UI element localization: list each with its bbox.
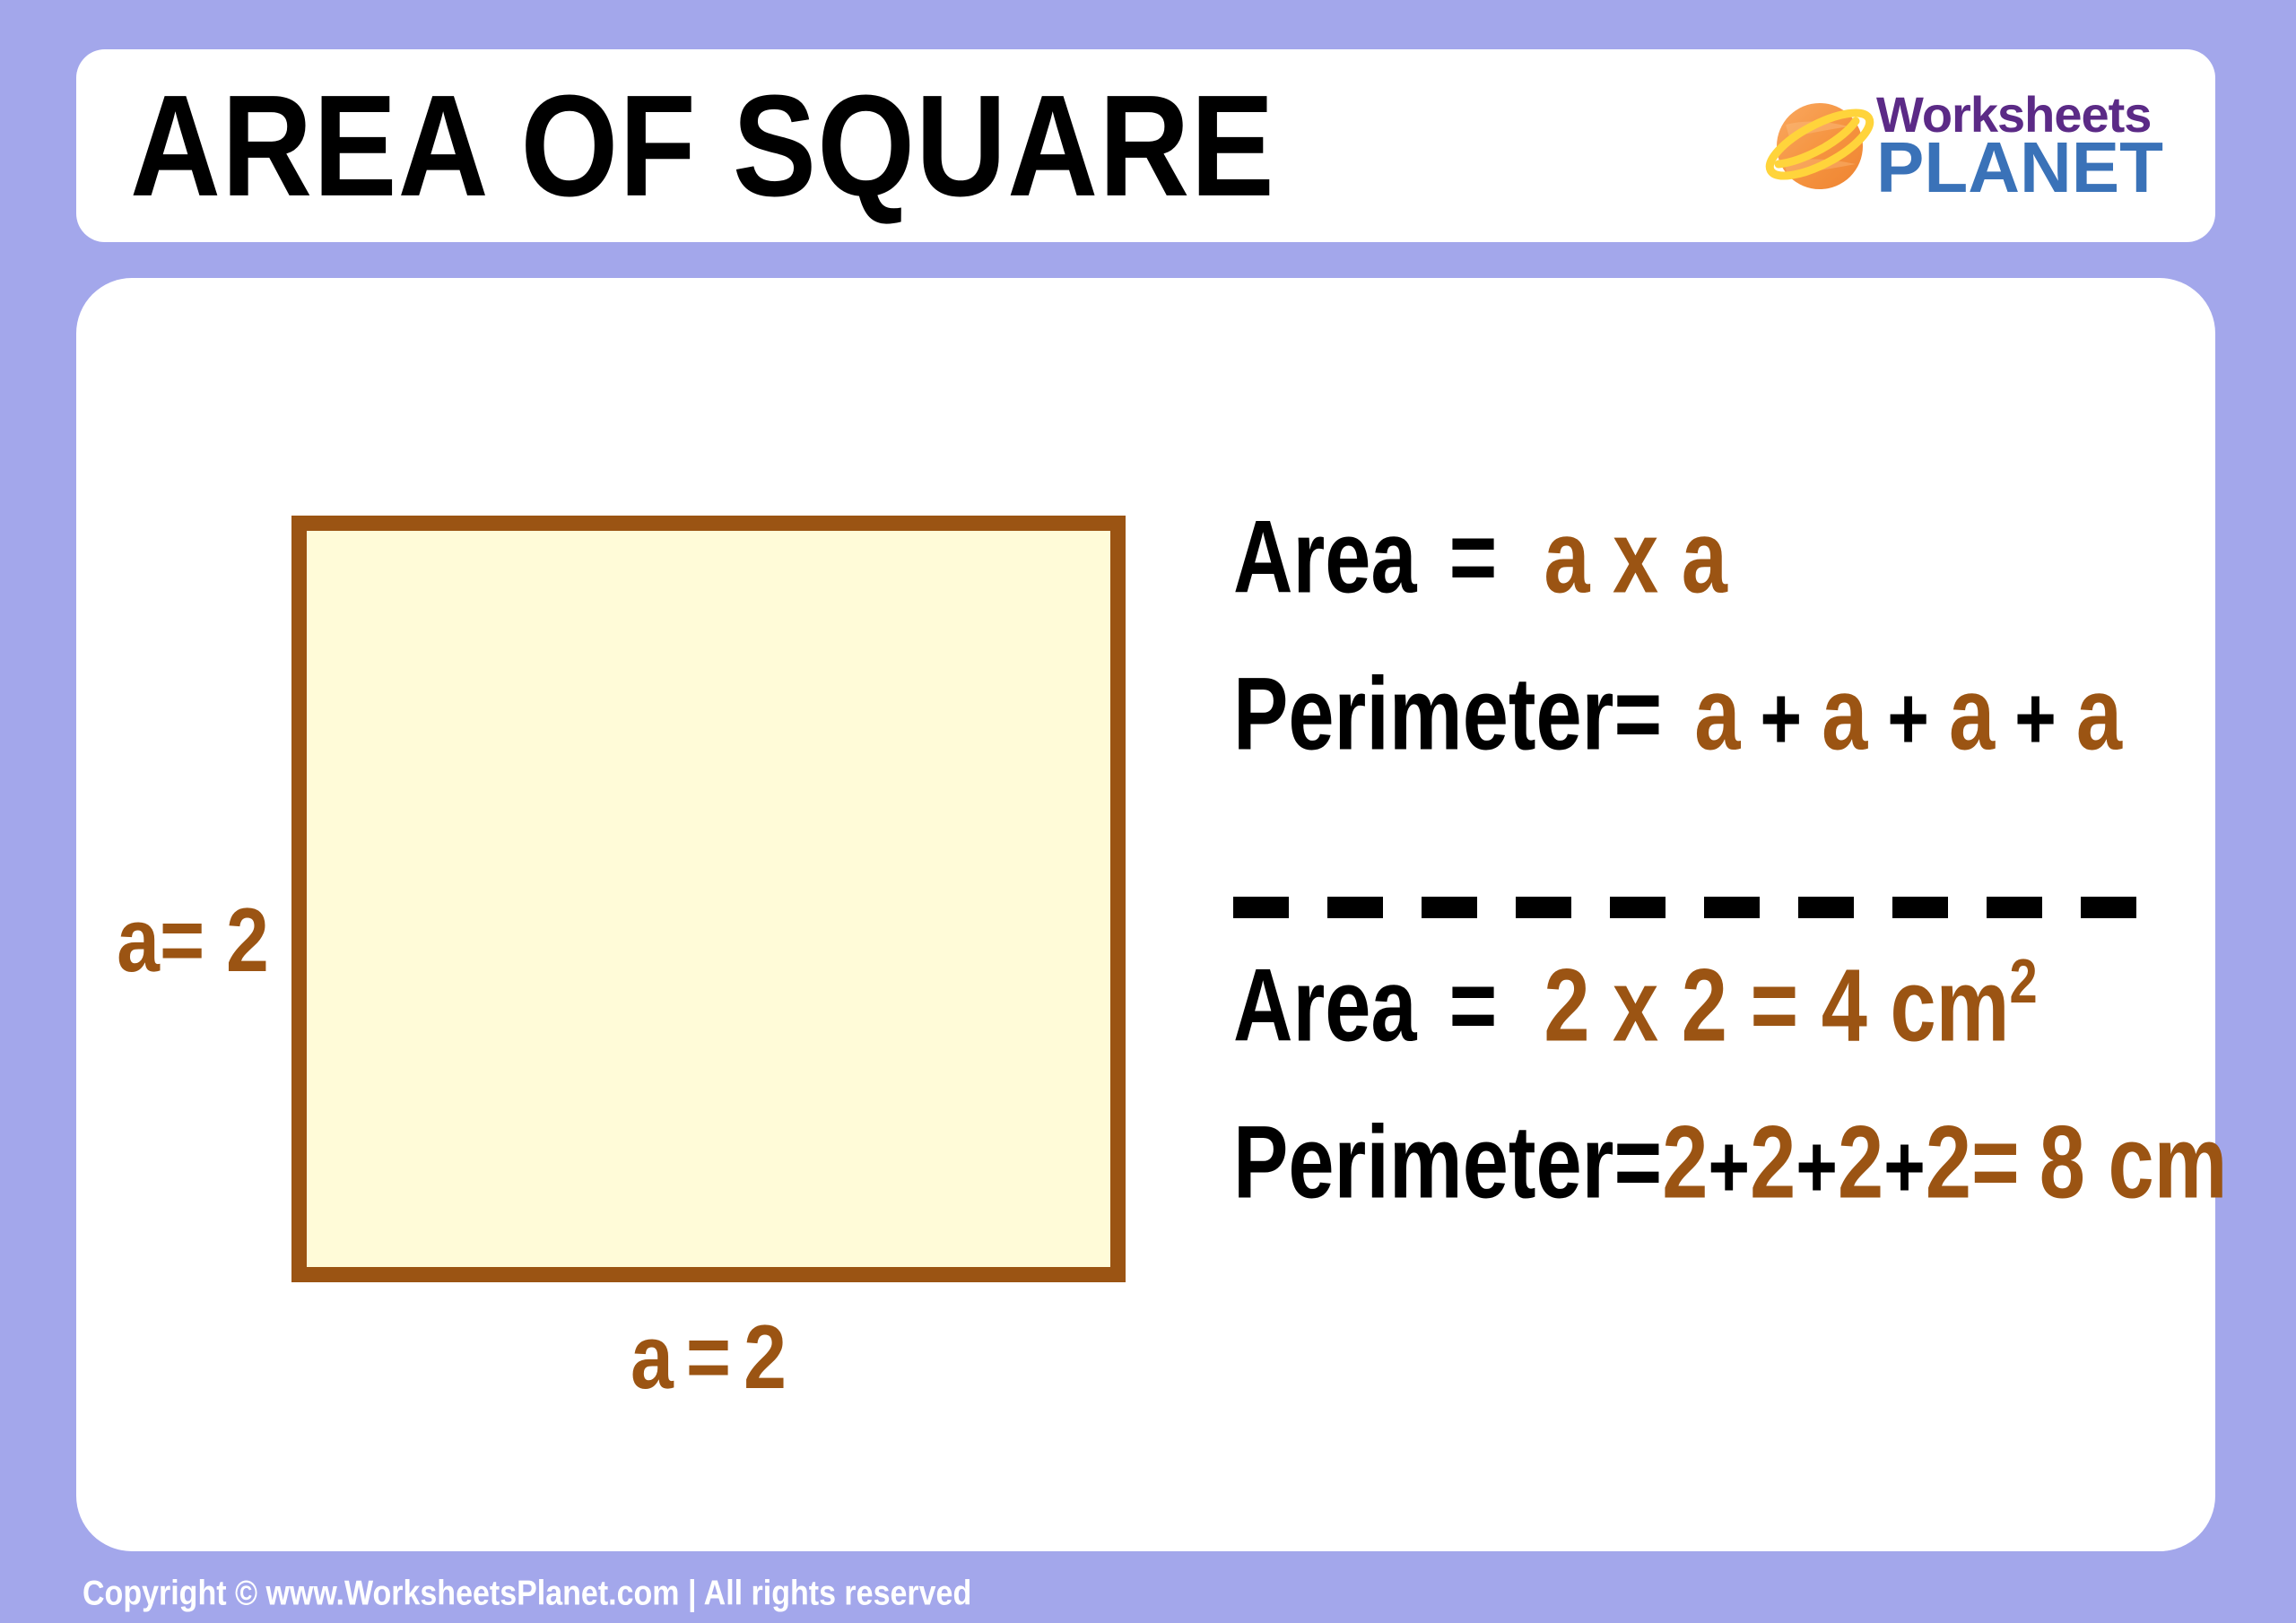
formula-area-general-equals: = bbox=[1448, 500, 1498, 615]
formula-area-general-label: Area bbox=[1233, 500, 1417, 615]
formula-perimeter-worked-term1: 2 bbox=[1662, 1106, 1709, 1220]
bottom-label-var: a bbox=[631, 1306, 674, 1409]
formula-area-worked: Area = 2 x 2 = 4 cm 2 bbox=[1233, 948, 2038, 1065]
main-content-card: a= 2 a = 2 Area = a x a Perimeter = a + a … bbox=[76, 278, 2227, 1551]
formula-perimeter-worked-term3: 2 bbox=[1837, 1106, 1884, 1220]
formula-perimeter-general-label: Perimeter bbox=[1233, 657, 1614, 772]
formula-perimeter-worked-term2: 2 bbox=[1750, 1106, 1796, 1220]
dashed-divider bbox=[1233, 897, 2148, 918]
formula-perimeter-worked-equals: = bbox=[1613, 1106, 1663, 1220]
formula-area-worked-label: Area bbox=[1233, 949, 1417, 1063]
formula-area-worked-equals: = bbox=[1448, 949, 1498, 1063]
formula-perimeter-worked-term4: 2 bbox=[1925, 1106, 1972, 1220]
formula-perimeter-worked-label: Perimeter bbox=[1233, 1106, 1614, 1220]
formula-perimeter-general-op3: + bbox=[2014, 668, 2057, 768]
formula-perimeter-general-equals: = bbox=[1613, 657, 1663, 772]
formula-area-worked-expression: 2 x 2 = 4 cm bbox=[1544, 949, 2010, 1063]
formula-perimeter-worked-result: 8 cm bbox=[2039, 1106, 2228, 1220]
bottom-label-value: 2 bbox=[744, 1306, 787, 1409]
copyright-footer: Copyright © www.WorksheetsPlanet.com | A… bbox=[83, 1574, 972, 1613]
formula-perimeter-general-op2: + bbox=[1887, 668, 1929, 768]
header-card: AREA OF SQUARE Worksheets PLANET bbox=[76, 49, 2215, 242]
formula-perimeter-general: Perimeter = a + a + a + a bbox=[1233, 656, 2122, 774]
formula-perimeter-general-term3: a bbox=[1948, 657, 1996, 772]
formula-perimeter-general-term1: a bbox=[1694, 657, 1741, 772]
square-figure bbox=[291, 516, 1126, 1282]
formula-perimeter-general-term2: a bbox=[1822, 657, 1868, 772]
formula-perimeter-general-term4: a bbox=[2075, 657, 2123, 772]
formula-perimeter-worked-op2: + bbox=[1796, 1116, 1838, 1217]
formula-perimeter-general-op1: + bbox=[1760, 668, 1803, 768]
formula-area-general: Area = a x a bbox=[1233, 499, 1727, 617]
formula-perimeter-worked-result-equals: = bbox=[1971, 1106, 2020, 1220]
planet-icon bbox=[1762, 85, 1883, 206]
page-title: AREA OF SQUARE bbox=[130, 65, 1275, 226]
formula-perimeter-worked-op1: + bbox=[1708, 1116, 1751, 1217]
formula-area-general-expression: a x a bbox=[1544, 500, 1727, 615]
formula-perimeter-worked: Perimeter = 2 + 2 + 2 + 2 = 8 cm bbox=[1233, 1105, 2227, 1222]
brand-logo[interactable]: Worksheets PLANET bbox=[1762, 85, 2163, 206]
logo-planet-text: PLANET bbox=[1876, 126, 2163, 207]
square-side-label-bottom: a = 2 bbox=[291, 1306, 1126, 1410]
formula-perimeter-worked-op3: + bbox=[1883, 1116, 1926, 1217]
square-side-label-left: a= 2 bbox=[117, 890, 269, 992]
logo-wordmark: Worksheets PLANET bbox=[1876, 89, 2163, 207]
bottom-label-equals: = bbox=[685, 1306, 732, 1409]
